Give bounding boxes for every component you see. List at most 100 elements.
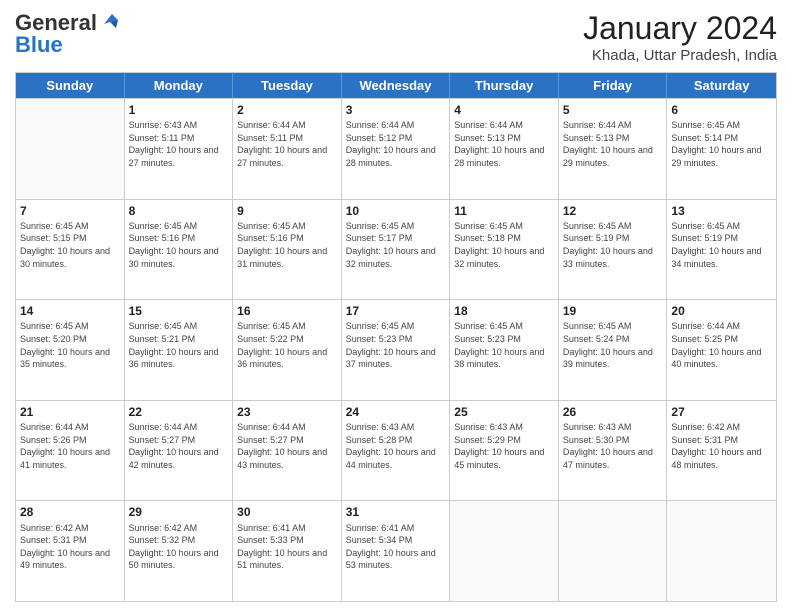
day-info: Sunrise: 6:45 AM Sunset: 5:22 PM Dayligh… — [237, 320, 337, 370]
day-number: 1 — [129, 102, 229, 118]
day-info: Sunrise: 6:44 AM Sunset: 5:12 PM Dayligh… — [346, 119, 446, 169]
day-cell-25: 25Sunrise: 6:43 AM Sunset: 5:29 PM Dayli… — [450, 401, 559, 501]
day-number: 13 — [671, 203, 772, 219]
day-info: Sunrise: 6:44 AM Sunset: 5:11 PM Dayligh… — [237, 119, 337, 169]
day-info: Sunrise: 6:45 AM Sunset: 5:23 PM Dayligh… — [346, 320, 446, 370]
day-cell-27: 27Sunrise: 6:42 AM Sunset: 5:31 PM Dayli… — [667, 401, 776, 501]
day-cell-20: 20Sunrise: 6:44 AM Sunset: 5:25 PM Dayli… — [667, 300, 776, 400]
day-cell-15: 15Sunrise: 6:45 AM Sunset: 5:21 PM Dayli… — [125, 300, 234, 400]
day-number: 4 — [454, 102, 554, 118]
week-row-3: 14Sunrise: 6:45 AM Sunset: 5:20 PM Dayli… — [16, 299, 776, 400]
empty-cell-4-4 — [450, 501, 559, 601]
day-number: 29 — [129, 504, 229, 520]
week-row-4: 21Sunrise: 6:44 AM Sunset: 5:26 PM Dayli… — [16, 400, 776, 501]
day-cell-8: 8Sunrise: 6:45 AM Sunset: 5:16 PM Daylig… — [125, 200, 234, 300]
day-cell-30: 30 Sunrise: 6:41 AM Sunset: 5:33 PM Dayli… — [233, 501, 342, 601]
day-number: 18 — [454, 303, 554, 319]
day-number: 21 — [20, 404, 120, 420]
title-block: January 2024 Khada, Uttar Pradesh, India — [583, 10, 777, 64]
logo: General Blue — [15, 10, 120, 58]
day-number: 28 — [20, 504, 120, 520]
day-info: Sunrise: 6:45 AM Sunset: 5:15 PM Dayligh… — [20, 220, 120, 270]
day-info: Sunrise: 6:44 AM Sunset: 5:13 PM Dayligh… — [563, 119, 663, 169]
empty-cell-0-0 — [16, 99, 125, 199]
day-number: 20 — [671, 303, 772, 319]
day-cell-16: 16Sunrise: 6:45 AM Sunset: 5:22 PM Dayli… — [233, 300, 342, 400]
header-day-sunday: Sunday — [16, 73, 125, 98]
day-cell-14: 14Sunrise: 6:45 AM Sunset: 5:20 PM Dayli… — [16, 300, 125, 400]
day-cell-29: 29 Sunrise: 6:42 AM Sunset: 5:32 PM Dayli… — [125, 501, 234, 601]
day-cell-17: 17Sunrise: 6:45 AM Sunset: 5:23 PM Dayli… — [342, 300, 451, 400]
header-day-saturday: Saturday — [667, 73, 776, 98]
day-cell-13: 13Sunrise: 6:45 AM Sunset: 5:19 PM Dayli… — [667, 200, 776, 300]
day-info: Sunrise: 6:43 AM Sunset: 5:30 PM Dayligh… — [563, 421, 663, 471]
day-cell-21: 21Sunrise: 6:44 AM Sunset: 5:26 PM Dayli… — [16, 401, 125, 501]
day-info: Sunrise: 6:45 AM Sunset: 5:16 PM Dayligh… — [237, 220, 337, 270]
week-row-1: 1Sunrise: 6:43 AM Sunset: 5:11 PM Daylig… — [16, 98, 776, 199]
day-info: Sunrise: 6:45 AM Sunset: 5:17 PM Dayligh… — [346, 220, 446, 270]
day-info: Sunrise: 6:45 AM Sunset: 5:21 PM Dayligh… — [129, 320, 229, 370]
header-day-monday: Monday — [125, 73, 234, 98]
day-info: Sunrise: 6:45 AM Sunset: 5:23 PM Dayligh… — [454, 320, 554, 370]
day-cell-28: 28Sunrise: 6:42 AM Sunset: 5:31 PM Dayli… — [16, 501, 125, 601]
day-cell-24: 24Sunrise: 6:43 AM Sunset: 5:28 PM Dayli… — [342, 401, 451, 501]
day-cell-18: 18Sunrise: 6:45 AM Sunset: 5:23 PM Dayli… — [450, 300, 559, 400]
day-number: 19 — [563, 303, 663, 319]
day-cell-12: 12Sunrise: 6:45 AM Sunset: 5:19 PM Dayli… — [559, 200, 668, 300]
day-number: 25 — [454, 404, 554, 420]
day-cell-1: 1Sunrise: 6:43 AM Sunset: 5:11 PM Daylig… — [125, 99, 234, 199]
day-cell-11: 11Sunrise: 6:45 AM Sunset: 5:18 PM Dayli… — [450, 200, 559, 300]
week-row-2: 7Sunrise: 6:45 AM Sunset: 5:15 PM Daylig… — [16, 199, 776, 300]
day-number: 2 — [237, 102, 337, 118]
header: General Blue January 2024 Khada, Uttar P… — [15, 10, 777, 64]
day-number: 27 — [671, 404, 772, 420]
header-day-thursday: Thursday — [450, 73, 559, 98]
day-cell-5: 5Sunrise: 6:44 AM Sunset: 5:13 PM Daylig… — [559, 99, 668, 199]
day-number: 23 — [237, 404, 337, 420]
day-number: 11 — [454, 203, 554, 219]
header-day-wednesday: Wednesday — [342, 73, 451, 98]
header-day-tuesday: Tuesday — [233, 73, 342, 98]
day-cell-4: 4Sunrise: 6:44 AM Sunset: 5:13 PM Daylig… — [450, 99, 559, 199]
day-cell-19: 19Sunrise: 6:45 AM Sunset: 5:24 PM Dayli… — [559, 300, 668, 400]
day-info: Sunrise: 6:45 AM Sunset: 5:20 PM Dayligh… — [20, 320, 120, 370]
week-row-5: 28Sunrise: 6:42 AM Sunset: 5:31 PM Dayli… — [16, 500, 776, 601]
day-number: 26 — [563, 404, 663, 420]
day-info: Sunrise: 6:42 AM Sunset: 5:32 PM Dayligh… — [129, 522, 229, 572]
day-cell-10: 10Sunrise: 6:45 AM Sunset: 5:17 PM Dayli… — [342, 200, 451, 300]
day-number: 31 — [346, 504, 446, 520]
day-number: 17 — [346, 303, 446, 319]
day-number: 10 — [346, 203, 446, 219]
day-info: Sunrise: 6:41 AM Sunset: 5:34 PM Dayligh… — [346, 522, 446, 572]
day-info: Sunrise: 6:41 AM Sunset: 5:33 PM Dayligh… — [237, 522, 337, 572]
day-number: 7 — [20, 203, 120, 219]
day-number: 12 — [563, 203, 663, 219]
day-number: 8 — [129, 203, 229, 219]
day-info: Sunrise: 6:42 AM Sunset: 5:31 PM Dayligh… — [671, 421, 772, 471]
day-info: Sunrise: 6:43 AM Sunset: 5:11 PM Dayligh… — [129, 119, 229, 169]
day-info: Sunrise: 6:44 AM Sunset: 5:26 PM Dayligh… — [20, 421, 120, 471]
day-info: Sunrise: 6:45 AM Sunset: 5:19 PM Dayligh… — [563, 220, 663, 270]
day-number: 15 — [129, 303, 229, 319]
day-info: Sunrise: 6:45 AM Sunset: 5:14 PM Dayligh… — [671, 119, 772, 169]
day-cell-2: 2Sunrise: 6:44 AM Sunset: 5:11 PM Daylig… — [233, 99, 342, 199]
day-info: Sunrise: 6:45 AM Sunset: 5:18 PM Dayligh… — [454, 220, 554, 270]
day-number: 5 — [563, 102, 663, 118]
day-info: Sunrise: 6:45 AM Sunset: 5:24 PM Dayligh… — [563, 320, 663, 370]
day-cell-26: 26Sunrise: 6:43 AM Sunset: 5:30 PM Dayli… — [559, 401, 668, 501]
day-number: 24 — [346, 404, 446, 420]
day-number: 3 — [346, 102, 446, 118]
day-info: Sunrise: 6:45 AM Sunset: 5:16 PM Dayligh… — [129, 220, 229, 270]
empty-cell-4-6 — [667, 501, 776, 601]
day-cell-9: 9Sunrise: 6:45 AM Sunset: 5:16 PM Daylig… — [233, 200, 342, 300]
day-info: Sunrise: 6:44 AM Sunset: 5:27 PM Dayligh… — [129, 421, 229, 471]
day-cell-7: 7Sunrise: 6:45 AM Sunset: 5:15 PM Daylig… — [16, 200, 125, 300]
calendar-page: General Blue January 2024 Khada, Uttar P… — [0, 0, 792, 612]
day-info: Sunrise: 6:43 AM Sunset: 5:28 PM Dayligh… — [346, 421, 446, 471]
empty-cell-4-5 — [559, 501, 668, 601]
day-number: 9 — [237, 203, 337, 219]
day-cell-6: 6Sunrise: 6:45 AM Sunset: 5:14 PM Daylig… — [667, 99, 776, 199]
day-number: 30 — [237, 504, 337, 520]
logo-bird-icon — [98, 10, 120, 32]
day-info: Sunrise: 6:44 AM Sunset: 5:27 PM Dayligh… — [237, 421, 337, 471]
